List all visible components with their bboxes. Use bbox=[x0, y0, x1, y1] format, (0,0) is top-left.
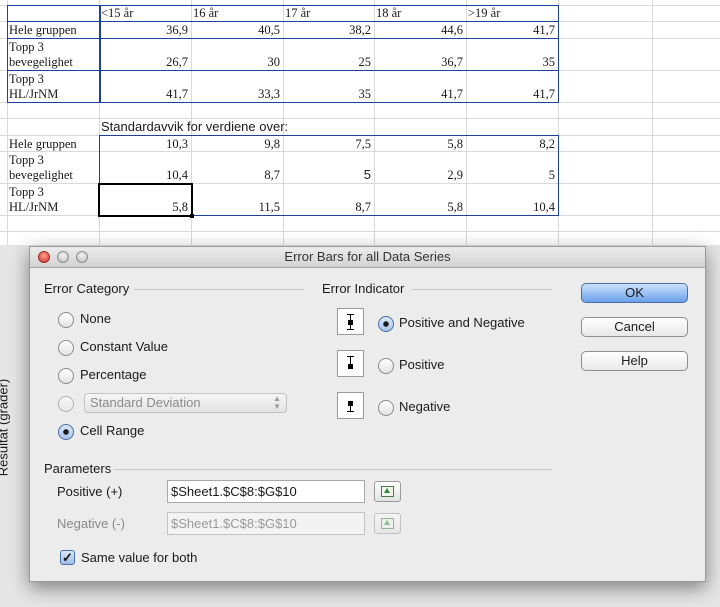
radio-cell-range[interactable] bbox=[58, 424, 74, 440]
up-arrow-icon bbox=[384, 520, 390, 525]
updown-arrows-icon: ▲ ▼ bbox=[273, 394, 281, 411]
table-cell[interactable]: 25 bbox=[284, 56, 372, 69]
ok-button[interactable]: OK bbox=[581, 283, 688, 303]
table-cell[interactable]: 5,8 bbox=[375, 201, 463, 214]
parameters-heading: Parameters bbox=[44, 461, 112, 476]
table-cell[interactable]: 5,8 bbox=[375, 138, 463, 151]
function-select-value: Standard Deviation bbox=[90, 395, 201, 410]
table-cell[interactable]: 2,9 bbox=[375, 169, 463, 182]
function-select[interactable]: Standard Deviation ▲ ▼ bbox=[84, 393, 287, 413]
radio-negative[interactable] bbox=[378, 400, 394, 416]
gridline bbox=[0, 231, 720, 232]
table-cell[interactable]: 35 bbox=[467, 56, 556, 69]
help-button[interactable]: Help bbox=[581, 351, 688, 371]
radio-cell-range-label[interactable]: Cell Range bbox=[80, 423, 144, 438]
table-cell[interactable]: 10,4 bbox=[467, 201, 555, 214]
negative-select-range-button[interactable] bbox=[374, 513, 401, 534]
radio-constant-value-label[interactable]: Constant Value bbox=[80, 339, 168, 354]
row-label[interactable]: HL/JrNM bbox=[9, 88, 58, 101]
separator bbox=[412, 289, 552, 290]
table-cell[interactable]: 5 bbox=[467, 169, 555, 182]
row-label[interactable]: bevegelighet bbox=[9, 56, 73, 69]
positive-select-range-button[interactable] bbox=[374, 481, 401, 502]
separator bbox=[134, 289, 304, 290]
table-cell[interactable]: 33,3 bbox=[192, 88, 280, 101]
table-cell[interactable]: 11,5 bbox=[192, 201, 280, 214]
row-label[interactable]: HL/JrNM bbox=[9, 201, 58, 214]
chart-y-axis-label: Resultat (grader) bbox=[0, 378, 11, 477]
table-cell[interactable]: 41,7 bbox=[375, 88, 463, 101]
dialog-titlebar[interactable]: Error Bars for all Data Series bbox=[30, 247, 705, 268]
table-cell[interactable]: 40,5 bbox=[192, 24, 280, 37]
table-cell[interactable]: 26,7 bbox=[100, 56, 188, 69]
header-cell[interactable]: 16 år bbox=[193, 7, 218, 20]
fill-handle[interactable] bbox=[190, 214, 194, 218]
table-cell[interactable]: 41,7 bbox=[467, 88, 555, 101]
table-cell[interactable]: 38,2 bbox=[284, 24, 371, 37]
same-value-label[interactable]: Same value for both bbox=[81, 550, 197, 565]
table-cell[interactable]: 8,7 bbox=[284, 201, 371, 214]
table-cell[interactable]: 35 bbox=[284, 88, 372, 101]
table-cell[interactable]: 41,7 bbox=[100, 88, 188, 101]
radio-none[interactable] bbox=[58, 312, 74, 328]
radio-positive-and-negative[interactable] bbox=[378, 316, 394, 332]
table-cell[interactable]: 5 bbox=[284, 168, 371, 181]
table-cell[interactable]: 41,7 bbox=[467, 24, 555, 37]
separator bbox=[114, 469, 552, 470]
table-cell[interactable]: 10,4 bbox=[100, 169, 188, 182]
gridline bbox=[652, 0, 653, 245]
error-bar-both-icon bbox=[337, 308, 364, 335]
row-label[interactable]: Topp 3 bbox=[9, 41, 44, 54]
error-bars-dialog: Error Bars for all Data Series Error Cat… bbox=[29, 246, 706, 582]
radio-constant-value[interactable] bbox=[58, 340, 74, 356]
header-cell[interactable]: >19 år bbox=[468, 7, 500, 20]
error-bar-negative-icon bbox=[337, 392, 364, 419]
row-label[interactable]: Hele gruppen bbox=[9, 138, 77, 151]
error-indicator-heading: Error Indicator bbox=[322, 281, 405, 296]
row-label[interactable]: Topp 3 bbox=[9, 186, 44, 199]
negative-label: Negative (-) bbox=[57, 516, 125, 531]
radio-positive[interactable] bbox=[378, 358, 394, 374]
selected-cell-cursor bbox=[98, 183, 193, 217]
radio-percentage-label[interactable]: Percentage bbox=[80, 367, 147, 382]
table-cell[interactable]: 44,6 bbox=[375, 24, 463, 37]
radio-positive-label[interactable]: Positive bbox=[399, 357, 445, 372]
table-cell[interactable]: 36,9 bbox=[100, 24, 188, 37]
positive-label: Positive (+) bbox=[57, 484, 123, 499]
radio-function[interactable] bbox=[58, 396, 74, 412]
row-label[interactable]: bevegelighet bbox=[9, 169, 73, 182]
positive-range-input[interactable]: $Sheet1.$C$8:$G$10 bbox=[167, 480, 365, 503]
row-label[interactable]: Hele gruppen bbox=[9, 24, 77, 37]
error-bar-positive-icon bbox=[337, 350, 364, 377]
table-cell[interactable]: 7,5 bbox=[284, 138, 371, 151]
dialog-title: Error Bars for all Data Series bbox=[284, 249, 451, 264]
table-cell[interactable]: 8,2 bbox=[467, 138, 555, 151]
radio-negative-label[interactable]: Negative bbox=[399, 399, 450, 414]
cancel-button[interactable]: Cancel bbox=[581, 317, 688, 337]
radio-positive-and-negative-label[interactable]: Positive and Negative bbox=[399, 315, 525, 330]
header-cell[interactable]: 18 år bbox=[376, 7, 401, 20]
error-category-heading: Error Category bbox=[44, 281, 130, 296]
header-cell[interactable]: 17 år bbox=[285, 7, 310, 20]
negative-range-input[interactable]: $Sheet1.$C$8:$G$10 bbox=[167, 512, 365, 535]
radio-percentage[interactable] bbox=[58, 368, 74, 384]
radio-none-label[interactable]: None bbox=[80, 311, 111, 326]
same-value-checkbox[interactable]: ✓ bbox=[60, 550, 75, 565]
row-label[interactable]: Topp 3 bbox=[9, 154, 44, 167]
table-cell[interactable]: 30 bbox=[192, 56, 281, 69]
row-label[interactable]: Topp 3 bbox=[9, 73, 44, 86]
std-title[interactable]: Standardavvik for verdiene over: bbox=[101, 120, 288, 133]
table-cell[interactable]: 10,3 bbox=[100, 138, 188, 151]
up-arrow-icon bbox=[384, 488, 390, 493]
table-cell[interactable]: 36,7 bbox=[375, 56, 463, 69]
table-cell[interactable]: 9,8 bbox=[192, 138, 280, 151]
header-cell[interactable]: <15 år bbox=[101, 7, 133, 20]
table-cell[interactable]: 8,7 bbox=[192, 169, 280, 182]
